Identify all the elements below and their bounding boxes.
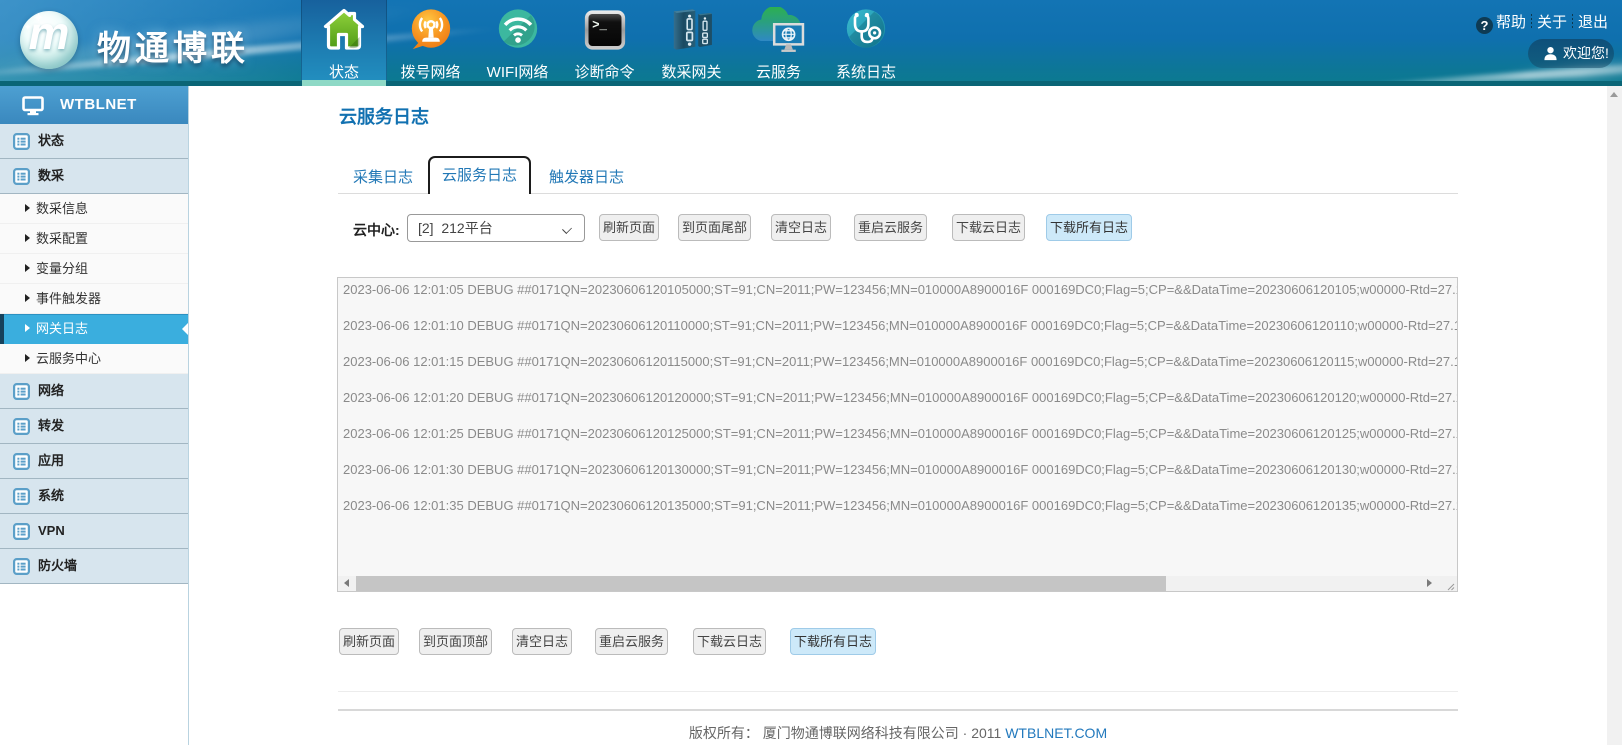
svg-text:>_: >_ [592,19,607,33]
